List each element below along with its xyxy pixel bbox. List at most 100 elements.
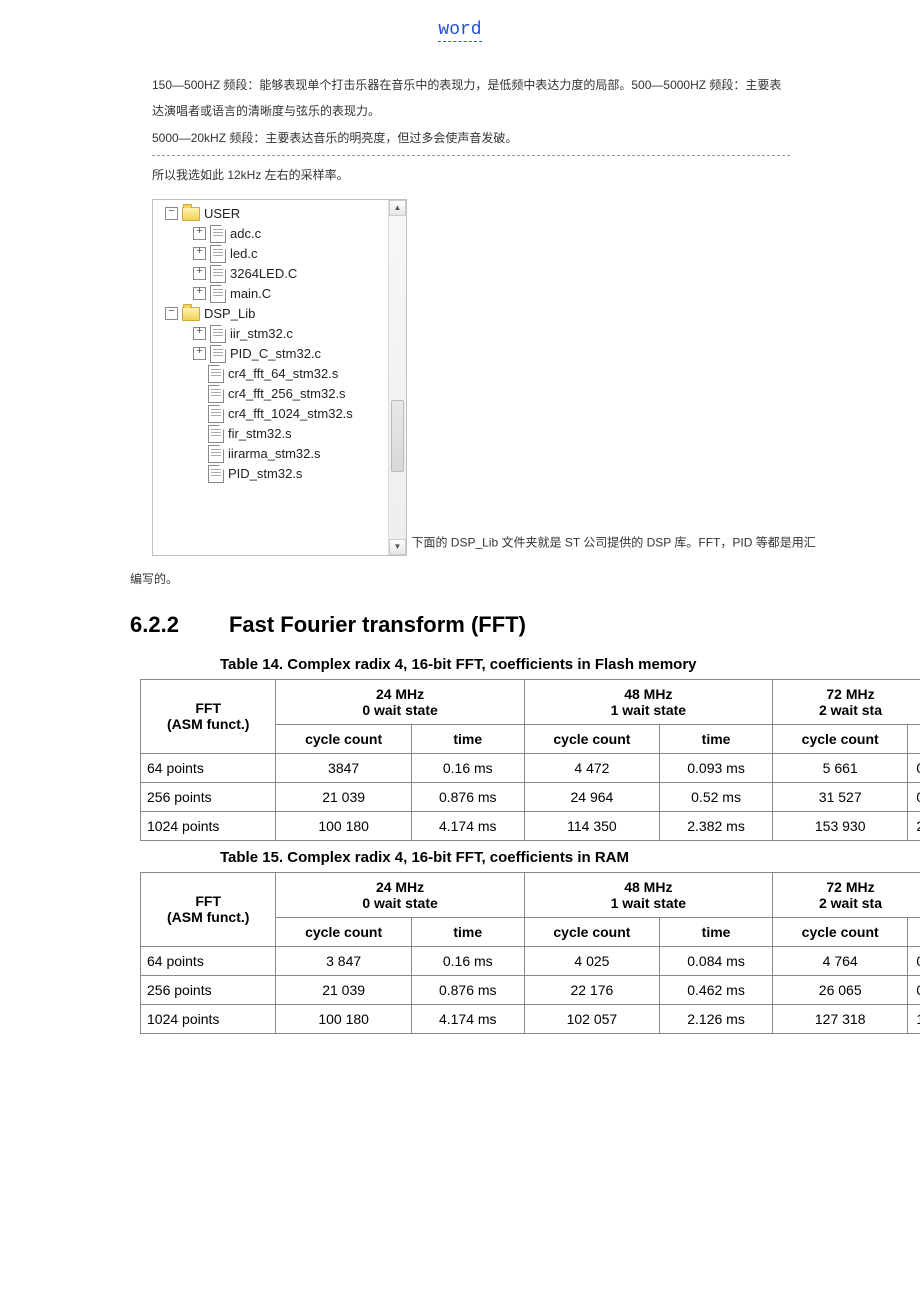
table-subheader: cycle count bbox=[276, 917, 411, 946]
table-cell: 1024 points bbox=[141, 1004, 276, 1033]
tree-item-label: iir_stm32.c bbox=[230, 326, 293, 341]
paragraph-1: 150—500HZ 频段：能够表现单个打击乐器在音乐中的表现力，是低频中表达力度… bbox=[152, 72, 790, 125]
tree-indent bbox=[193, 368, 204, 379]
table-cell: 21 039 bbox=[276, 975, 411, 1004]
scroll-up-icon[interactable]: ▲ bbox=[389, 200, 406, 216]
file-icon bbox=[208, 425, 224, 443]
table-row: 256 points21 0390.876 ms24 9640.52 ms31 … bbox=[141, 782, 920, 811]
table-cell: 0.876 ms bbox=[411, 782, 524, 811]
file-icon bbox=[208, 365, 224, 383]
tree-scrollbar[interactable]: ▲ ▼ bbox=[388, 200, 406, 555]
tree-item[interactable]: +adc.c bbox=[161, 224, 406, 244]
table-cell: 0.52 ms bbox=[660, 782, 773, 811]
table-cell: 0.16 ms bbox=[411, 946, 524, 975]
tree-item[interactable]: fir_stm32.s bbox=[161, 424, 406, 444]
tree-indent bbox=[193, 428, 204, 439]
table-header: 24 MHz0 wait state bbox=[276, 679, 524, 724]
file-tree[interactable]: −USER+adc.c+led.c+3264LED.C+main.C−DSP_L… bbox=[152, 199, 407, 556]
table-cell: 4 025 bbox=[524, 946, 659, 975]
tree-item-label: fir_stm32.s bbox=[228, 426, 292, 441]
folder-icon bbox=[182, 307, 200, 321]
tree-item-label: cr4_fft_1024_stm32.s bbox=[228, 406, 353, 421]
table-subheader: time bbox=[660, 724, 773, 753]
table-cell: 0.876 ms bbox=[411, 975, 524, 1004]
table-header: 72 MHz2 wait sta bbox=[772, 872, 920, 917]
table-header: 72 MHz2 wait sta bbox=[772, 679, 920, 724]
expand-icon[interactable]: + bbox=[193, 287, 206, 300]
tree-item-label: main.C bbox=[230, 286, 271, 301]
file-icon bbox=[208, 465, 224, 483]
tree-caption-cont: 编写的。 bbox=[130, 566, 790, 592]
table-cell: 0.093 ms bbox=[660, 753, 773, 782]
expand-icon[interactable]: + bbox=[193, 227, 206, 240]
table-cell: 256 points bbox=[141, 975, 276, 1004]
table-cell: 153 930 bbox=[772, 811, 907, 840]
table-subheader bbox=[908, 724, 920, 753]
table-subheader: cycle count bbox=[772, 917, 907, 946]
table-subheader: cycle count bbox=[772, 724, 907, 753]
table-cell: 31 527 bbox=[772, 782, 907, 811]
tree-item[interactable]: −USER bbox=[161, 204, 406, 224]
collapse-icon[interactable]: − bbox=[165, 307, 178, 320]
expand-icon[interactable]: + bbox=[193, 247, 206, 260]
table-cell: 100 180 bbox=[276, 1004, 411, 1033]
tree-item-label: DSP_Lib bbox=[204, 306, 255, 321]
tree-caption: 下面的 DSP_Lib 文件夹就是 ST 公司提供的 DSP 库。FFT，PID… bbox=[411, 535, 815, 549]
section-heading: 6.2.2 Fast Fourier transform (FFT) bbox=[130, 612, 920, 638]
scroll-thumb[interactable] bbox=[391, 400, 404, 472]
table-subheader: time bbox=[660, 917, 773, 946]
table-cell: 3847 bbox=[276, 753, 411, 782]
table-cell: 26 065 bbox=[772, 975, 907, 1004]
folder-icon bbox=[182, 207, 200, 221]
separator-line bbox=[152, 155, 790, 156]
table-cell: 102 057 bbox=[524, 1004, 659, 1033]
tree-indent bbox=[193, 468, 204, 479]
tree-item[interactable]: cr4_fft_256_stm32.s bbox=[161, 384, 406, 404]
table-subheader: cycle count bbox=[524, 724, 659, 753]
section-title: Fast Fourier transform (FFT) bbox=[229, 612, 526, 638]
table-cell: 3 847 bbox=[276, 946, 411, 975]
tree-item[interactable]: + main.C bbox=[161, 284, 406, 304]
expand-icon[interactable]: + bbox=[193, 267, 206, 280]
table-header: 48 MHz1 wait state bbox=[524, 679, 772, 724]
tree-item[interactable]: cr4_fft_1024_stm32.s bbox=[161, 404, 406, 424]
table-cell: 0.462 ms bbox=[660, 975, 773, 1004]
table-subheader: cycle count bbox=[524, 917, 659, 946]
tree-item[interactable]: +PID_C_stm32.c bbox=[161, 344, 406, 364]
table-row: 1024 points100 1804.174 ms102 0572.126 m… bbox=[141, 1004, 920, 1033]
tree-item[interactable]: +led.c bbox=[161, 244, 406, 264]
table-cell: 0.16 ms bbox=[411, 753, 524, 782]
table-cell: 64 points bbox=[141, 946, 276, 975]
table-header: FFT(ASM funct.) bbox=[141, 679, 276, 753]
tree-item[interactable]: − DSP_Lib bbox=[161, 304, 406, 324]
tree-item-label: cr4_fft_256_stm32.s bbox=[228, 386, 346, 401]
scroll-down-icon[interactable]: ▼ bbox=[389, 539, 406, 555]
table-row: 256 points21 0390.876 ms22 1760.462 ms26… bbox=[141, 975, 920, 1004]
file-icon bbox=[208, 445, 224, 463]
table-cell: 4 472 bbox=[524, 753, 659, 782]
table-cell: 114 350 bbox=[524, 811, 659, 840]
paragraph-2: 5000—20kHZ 频段：主要表达音乐的明亮度，但过多会使声音发破。 bbox=[152, 125, 790, 151]
file-icon bbox=[208, 405, 224, 423]
tree-item-label: cr4_fft_64_stm32.s bbox=[228, 366, 338, 381]
expand-icon[interactable]: + bbox=[193, 327, 206, 340]
collapse-icon[interactable]: − bbox=[165, 207, 178, 220]
table-14-title: Table 14. Complex radix 4, 16-bit FFT, c… bbox=[220, 656, 920, 673]
table-15: FFT(ASM funct.)24 MHz0 wait state48 MHz1… bbox=[140, 872, 920, 1034]
tree-item[interactable]: iirarma_stm32.s bbox=[161, 444, 406, 464]
tree-item[interactable]: PID_stm32.s bbox=[161, 464, 406, 484]
file-icon bbox=[210, 345, 226, 363]
tree-item[interactable]: +3264LED.C bbox=[161, 264, 406, 284]
table-cell: 4.174 ms bbox=[411, 811, 524, 840]
file-icon bbox=[208, 385, 224, 403]
table-cell: 4 764 bbox=[772, 946, 907, 975]
tree-item[interactable]: + iir_stm32.c bbox=[161, 324, 406, 344]
file-icon bbox=[210, 265, 226, 283]
doc-title: word bbox=[438, 20, 481, 42]
expand-icon[interactable]: + bbox=[193, 347, 206, 360]
tree-item[interactable]: cr4_fft_64_stm32.s bbox=[161, 364, 406, 384]
table-cell: 0 bbox=[908, 782, 920, 811]
file-icon bbox=[210, 225, 226, 243]
table-cell: 1 bbox=[908, 1004, 920, 1033]
table-header: 48 MHz1 wait state bbox=[524, 872, 772, 917]
